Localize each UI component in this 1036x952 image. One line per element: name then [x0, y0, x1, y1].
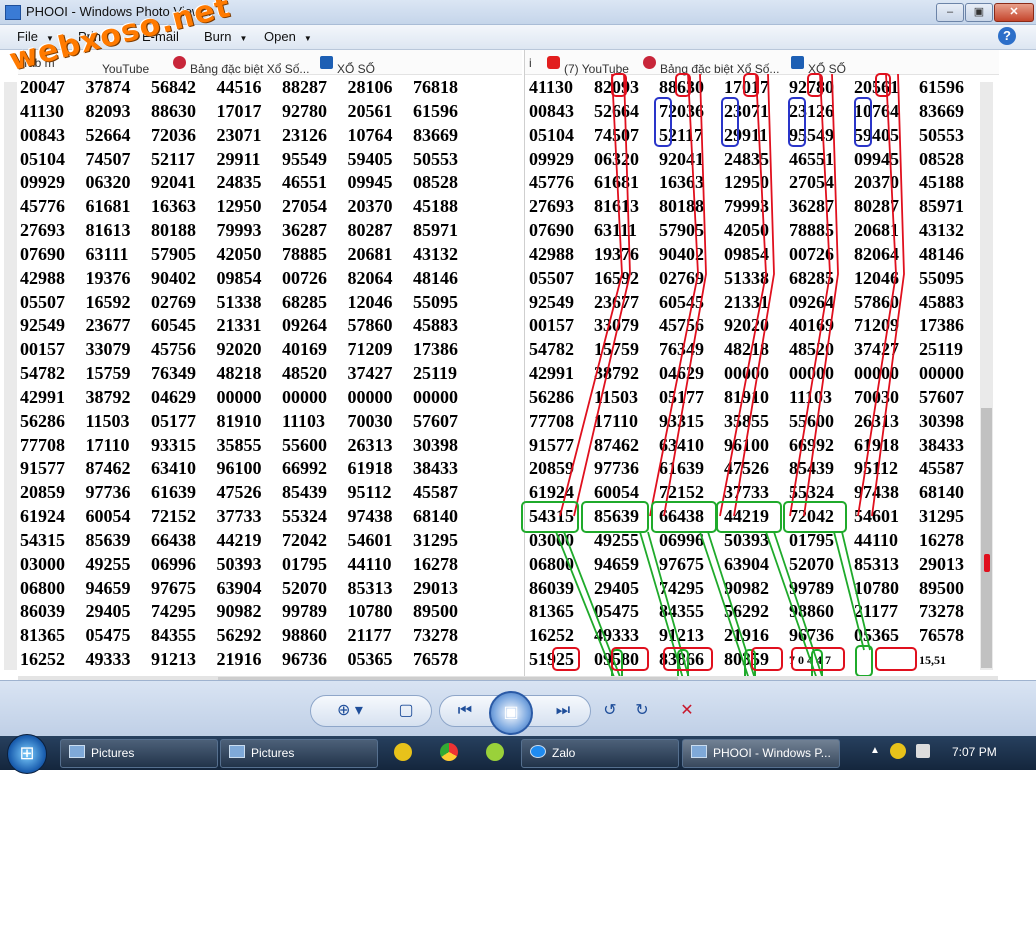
red-track-line [719, 73, 767, 517]
delete-icon[interactable]: ✕ [672, 696, 702, 726]
red-result-box [875, 647, 917, 671]
menu-open-label: Open [264, 29, 296, 44]
folder-icon [229, 745, 245, 758]
green-track-line [555, 531, 617, 683]
red-track-line [733, 73, 775, 517]
windows-taskbar: ⊞ Pictures Pictures Zalo PHOOI - Windows… [0, 734, 1036, 774]
blue-mark-box [854, 97, 872, 147]
taskbar-item-label: Pictures [91, 746, 135, 760]
red-mark-box [875, 73, 891, 97]
taskbar-item-label: Pictures [251, 746, 295, 760]
minimize-button[interactable]: – [936, 3, 964, 22]
blue-mark-box [654, 97, 672, 147]
clock[interactable]: 7:07 PM [952, 745, 997, 759]
blue-mark-box [788, 97, 806, 147]
taskbar-item[interactable]: Pictures [60, 739, 218, 768]
tray-app-icon[interactable] [890, 743, 906, 759]
taskbar-item-label: PHOOI - Windows P... [713, 746, 831, 760]
help-icon[interactable]: ? [998, 27, 1016, 45]
green-mark-box [855, 645, 873, 677]
taskbar-item-zalo[interactable]: Zalo [521, 739, 679, 768]
red-track-line [559, 73, 623, 517]
chevron-down-icon: ▼ [303, 34, 312, 43]
pinned-app-icon[interactable] [486, 743, 504, 761]
red-result-box [611, 647, 649, 671]
zoom-group: ⊕ ▾ ▢ [310, 695, 432, 727]
red-track-line [649, 73, 699, 517]
red-track-line [573, 73, 631, 517]
photo-viewer-window: PHOOI - Windows Photo Viewer – ▣ ✕ File ▼… [0, 0, 1036, 690]
zoom-icon[interactable]: ⊕ ▾ [325, 696, 375, 726]
photo-viewer-icon [691, 745, 707, 758]
actual-size-icon[interactable]: ▢ [391, 696, 421, 726]
next-icon[interactable]: ⏭ [548, 696, 578, 726]
green-track-line [841, 531, 871, 651]
network-icon[interactable] [916, 744, 930, 758]
red-result-box [751, 647, 783, 671]
green-mark-box [521, 501, 579, 533]
green-track-line [833, 531, 865, 651]
green-mark-box [581, 501, 649, 533]
red-track-line [857, 73, 897, 517]
menu-burn-label: Burn [204, 29, 232, 44]
close-button[interactable]: ✕ [994, 3, 1034, 22]
taskbar-item[interactable]: Pictures [220, 739, 378, 768]
photo-canvas: Tab m YouTube Bảng đặc biệt Xổ Số... XỔ … [0, 50, 1036, 690]
previous-icon[interactable]: ⏮ [450, 696, 480, 726]
green-mark-box [783, 501, 847, 533]
annotation-overlay: 0,2,4,7 [521, 73, 917, 690]
menu-burn[interactable]: Burn ▼ [204, 29, 247, 44]
menu-open[interactable]: Open ▼ [264, 29, 312, 44]
chevron-down-icon: ▼ [239, 34, 248, 43]
pinned-app-icon[interactable] [394, 743, 412, 761]
blue-mark-box [721, 97, 739, 147]
start-button[interactable]: ⊞ [7, 734, 47, 774]
red-track-line [871, 73, 905, 517]
tray-expand-icon[interactable]: ▲ [870, 745, 880, 756]
zalo-icon [530, 745, 546, 758]
rotate-left-icon[interactable]: ↺ [596, 696, 624, 726]
red-track-line [803, 73, 839, 517]
green-track-line [707, 531, 757, 683]
green-track-line [647, 531, 691, 683]
chrome-icon[interactable] [440, 743, 458, 761]
green-mark-box [651, 501, 717, 533]
green-track-line [563, 531, 623, 683]
red-result-box [552, 647, 580, 671]
taskbar-item-active[interactable]: PHOOI - Windows P... [682, 739, 840, 768]
maximize-button[interactable]: ▣ [965, 3, 993, 22]
green-mark-box [716, 501, 782, 533]
folder-icon [69, 745, 85, 758]
rotate-right-icon[interactable]: ↻ [628, 696, 656, 726]
red-track-line [789, 73, 831, 517]
green-track-line [699, 531, 751, 683]
taskbar-item-label: Zalo [552, 746, 576, 760]
photo-viewer-icon [5, 5, 21, 20]
slideshow-button[interactable]: ▣ [489, 691, 533, 735]
